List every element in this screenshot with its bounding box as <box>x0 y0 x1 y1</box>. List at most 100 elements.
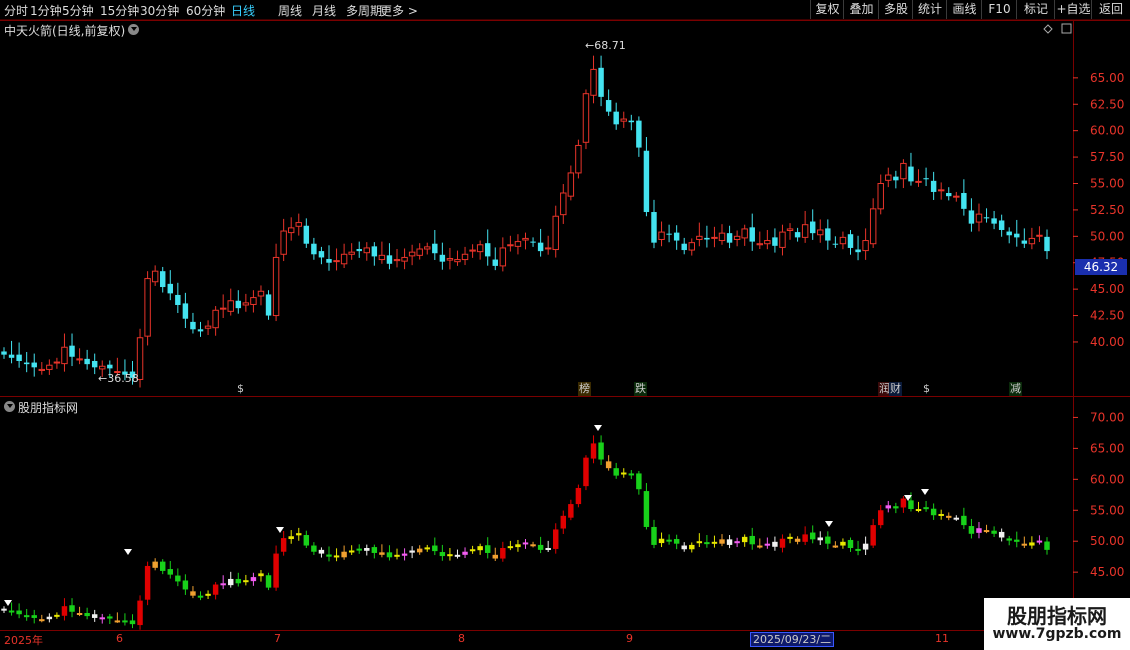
candle-body <box>23 362 30 365</box>
low-price-annotation: ←36.58 <box>98 372 139 385</box>
sub-candle-body <box>114 620 121 623</box>
candle-body <box>469 249 476 252</box>
candle-body <box>386 255 393 264</box>
candle-body <box>1044 236 1050 252</box>
sub-candle-body <box>197 595 204 598</box>
event-marker[interactable]: 榜 <box>578 382 591 396</box>
candle-body <box>8 354 15 358</box>
event-marker[interactable]: 财 <box>889 382 902 396</box>
candle-body <box>401 256 408 262</box>
y-tick-label: 45.00 <box>1090 282 1124 296</box>
event-marker[interactable]: $ <box>922 382 931 396</box>
candle-body <box>287 227 295 234</box>
candle-body <box>598 67 604 97</box>
sub-candle-body <box>8 610 15 613</box>
candle-body <box>696 235 703 240</box>
candle-body <box>38 368 46 371</box>
high-price-annotation: ←68.71 <box>585 39 626 52</box>
watermark-title: 股朋指标网 <box>1007 604 1107 628</box>
candle-body <box>711 236 718 239</box>
candle-body <box>76 358 83 361</box>
candle-body <box>590 68 597 96</box>
sub-candle-body <box>424 547 430 550</box>
event-marker[interactable]: 跌 <box>634 382 647 396</box>
sub-candle-body <box>484 545 491 553</box>
selected-date: 2025/09/23/二 <box>750 632 835 647</box>
sub-candle-body <box>401 553 408 556</box>
candle-body <box>983 217 990 219</box>
candle-body <box>998 220 1005 230</box>
candle-body <box>250 297 257 305</box>
candle-body <box>605 100 612 112</box>
sub-candle-body <box>673 539 680 544</box>
sub-candle-body <box>379 552 385 555</box>
candle-body <box>718 232 726 242</box>
candle-body <box>107 364 113 369</box>
sub-y-tick-label: 70.00 <box>1090 410 1124 424</box>
sub-candle-body <box>991 530 997 534</box>
event-marker[interactable]: 减 <box>1009 382 1022 396</box>
candle-body <box>930 180 937 192</box>
sub-candle-body <box>598 442 604 460</box>
candle-body <box>175 294 181 305</box>
sub-candle-body <box>333 555 340 558</box>
event-marker[interactable]: $ <box>236 382 245 396</box>
sub-candle-body <box>855 548 861 551</box>
candle-body <box>991 218 997 224</box>
date-label: 11 <box>935 632 949 645</box>
candle-body <box>620 118 627 122</box>
candle-body <box>219 307 227 310</box>
candle-body <box>295 222 302 227</box>
candle-body <box>1014 233 1020 238</box>
candle-body <box>552 215 559 251</box>
sub-candle-body <box>23 615 30 618</box>
candle-body <box>159 271 166 288</box>
candle-body <box>242 302 250 306</box>
sub-candle-body <box>862 543 869 550</box>
candle-body <box>514 241 522 247</box>
current-price-label: 46.32 <box>1075 259 1127 275</box>
candle-body <box>537 242 544 252</box>
sub-candle-body <box>454 554 461 557</box>
candle-body <box>69 345 75 357</box>
candlestick-chart[interactable]: 65.0062.5060.0057.5055.0052.5050.0047.50… <box>0 0 1130 650</box>
sub-candle-body <box>658 538 665 544</box>
candle-body <box>961 193 967 209</box>
candle-body <box>575 144 582 174</box>
sub-candle-body <box>228 578 234 586</box>
sub-candle-body <box>825 536 831 544</box>
sub-candle-body <box>802 534 808 542</box>
candle-body <box>476 244 484 253</box>
candle-body <box>658 231 665 240</box>
sub-candle-body <box>1014 539 1020 542</box>
sub-candle-body <box>1006 538 1012 541</box>
sub-candle-body <box>341 551 347 558</box>
sub-candle-body <box>772 541 778 547</box>
sub-candle-body <box>621 472 627 475</box>
sub-candle-body <box>575 487 582 505</box>
sub-candle-body <box>1021 543 1028 546</box>
signal-triangle <box>124 549 132 555</box>
sub-candle-body <box>787 536 793 539</box>
signal-triangle <box>825 521 833 527</box>
sub-candle-body <box>515 544 521 548</box>
sub-candle-body <box>129 620 136 625</box>
sub-candle-body <box>258 573 264 577</box>
sub-candle-body <box>122 620 128 623</box>
candle-body <box>726 233 733 243</box>
sub-candle-body <box>91 614 98 618</box>
sub-candle-body <box>711 541 718 544</box>
sub-candle-body <box>1029 542 1035 546</box>
sub-candle-body <box>553 529 559 549</box>
sub-candle-body <box>348 550 355 553</box>
sub-candle-body <box>273 553 279 588</box>
sub-candle-body <box>832 545 839 548</box>
candle-body <box>733 235 741 240</box>
sub-candle-body <box>182 580 189 590</box>
candle-body <box>567 172 575 197</box>
sub-candle-body <box>817 537 823 541</box>
sub-candle-body <box>61 606 68 616</box>
sub-candle-body <box>915 509 922 512</box>
sub-candle-body <box>500 548 506 559</box>
candle-body <box>628 120 635 123</box>
